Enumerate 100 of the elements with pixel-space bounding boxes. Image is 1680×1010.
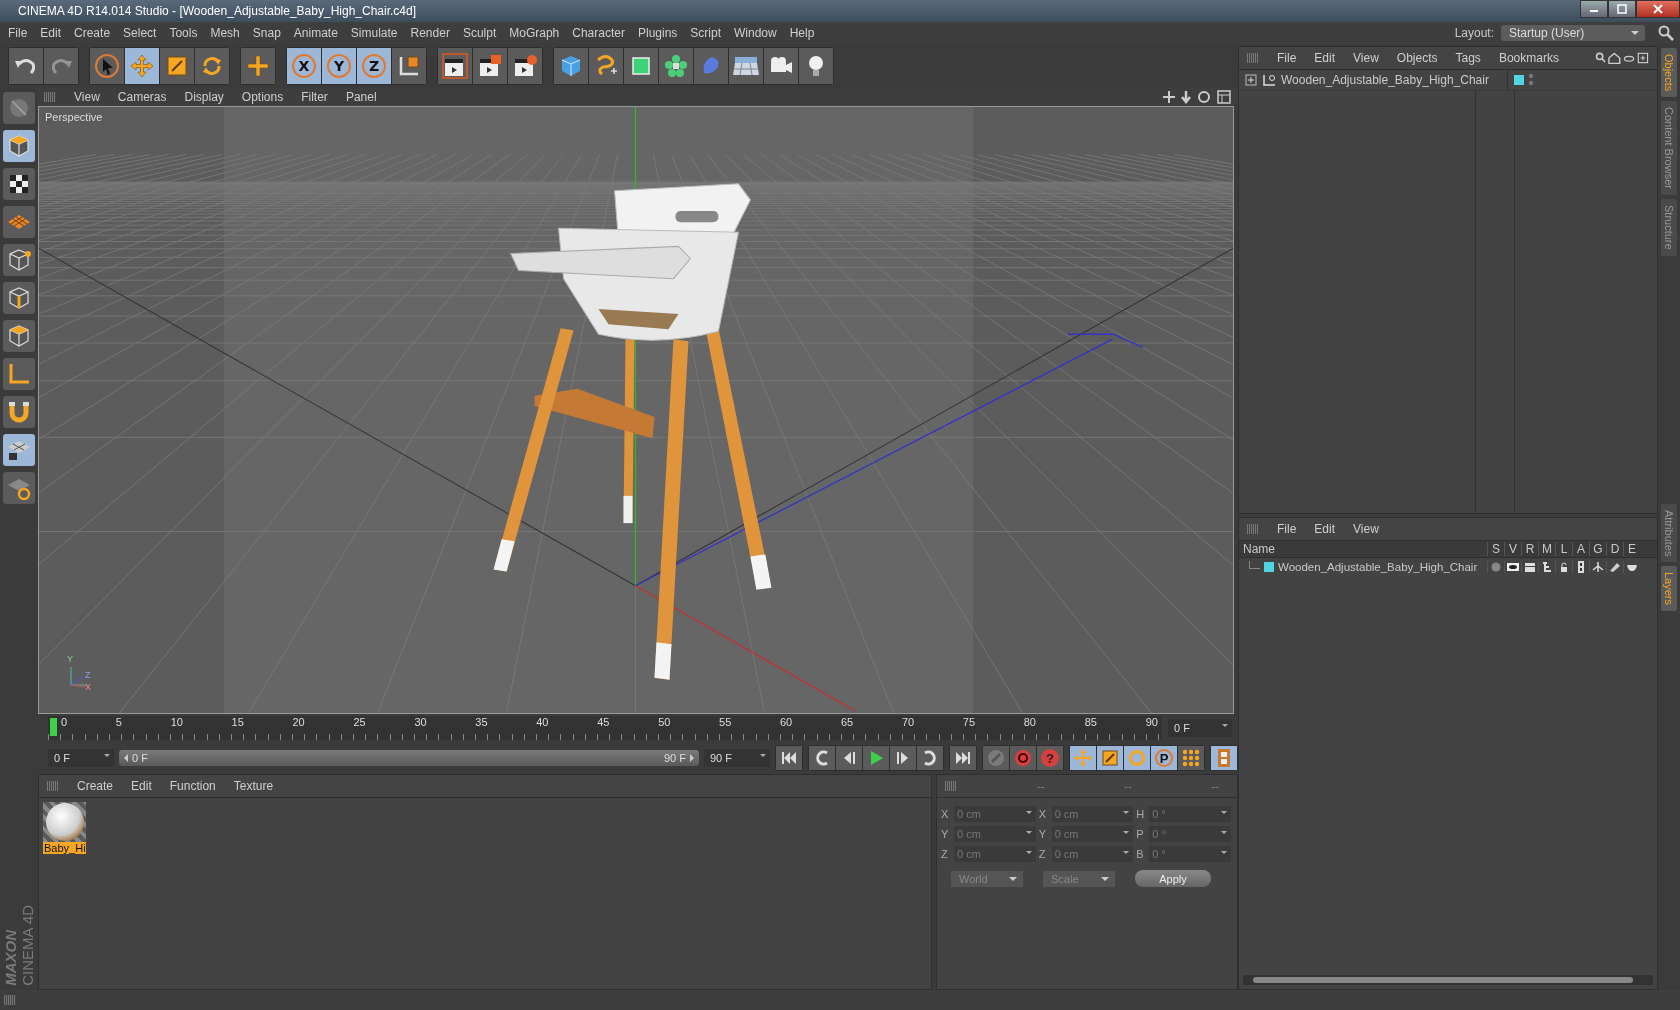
layer-name[interactable]: Wooden_Adjustable_Baby_High_Chair — [1278, 561, 1478, 573]
start-frame-field[interactable]: 0 F — [48, 749, 114, 767]
spline-tool-button[interactable] — [589, 48, 623, 84]
menu-item[interactable]: MoGraph — [509, 26, 560, 40]
viewport-menu-item[interactable]: Panel — [345, 90, 377, 104]
column-header[interactable]: D — [1606, 542, 1623, 556]
magnet-mode-button[interactable] — [3, 396, 35, 428]
menu-item[interactable]: Animate — [293, 26, 338, 40]
column-header[interactable]: A — [1572, 542, 1589, 556]
menu-item[interactable]: File — [8, 26, 28, 40]
object-menu-item[interactable]: Bookmarks — [1498, 51, 1559, 65]
material-name[interactable]: Baby_Hi — [43, 842, 86, 854]
material-menu-item[interactable]: Create — [77, 779, 114, 793]
film-button[interactable] — [1211, 746, 1237, 770]
clapboard-icon[interactable] — [1524, 561, 1536, 573]
next-frame-button[interactable] — [890, 746, 916, 770]
viewport-menu-item[interactable]: Filter — [301, 90, 328, 104]
layer-menu-item[interactable]: View — [1353, 522, 1379, 536]
object-menu-item[interactable]: Objects — [1396, 51, 1438, 65]
menu-item[interactable]: Help — [789, 26, 815, 40]
eye-icon[interactable] — [1507, 561, 1519, 573]
axis-lock-button[interactable]: X — [287, 48, 321, 84]
floor-tool-button[interactable] — [729, 48, 763, 84]
axis-lock-button[interactable]: Z — [357, 48, 391, 84]
menu-item[interactable]: Snap — [252, 26, 281, 40]
viewport-menu-item[interactable]: Cameras — [117, 90, 167, 104]
grid-lock-mode-button[interactable] — [3, 434, 35, 466]
minimize-button[interactable] — [1580, 0, 1608, 18]
material-preview[interactable] — [43, 802, 86, 842]
column-header[interactable]: G — [1589, 542, 1606, 556]
cloner-tool-button[interactable] — [659, 48, 693, 84]
viewport-menu-item[interactable]: Display — [184, 90, 224, 104]
key-help-button[interactable]: ? — [1037, 746, 1063, 770]
param-button[interactable]: P — [1151, 746, 1177, 770]
render-picture-tool-button[interactable] — [473, 48, 507, 84]
rotate-tool-button[interactable] — [195, 48, 229, 84]
prev-key-button[interactable] — [809, 746, 835, 770]
autokey-button[interactable] — [1010, 746, 1036, 770]
scale-button[interactable] — [1097, 746, 1123, 770]
menu-item[interactable]: Plugins — [637, 26, 678, 40]
menu-item[interactable]: Render — [410, 26, 450, 40]
side-tab[interactable]: Layers — [1661, 566, 1677, 612]
material-menu-item[interactable]: Edit — [131, 779, 152, 793]
apply-button[interactable]: Apply — [1135, 870, 1211, 887]
film-strip-icon[interactable] — [1575, 561, 1587, 573]
end-frame-field[interactable]: 90 F — [704, 749, 770, 767]
viewport-menu-item[interactable]: View — [74, 90, 100, 104]
prev-frame-button[interactable] — [836, 746, 862, 770]
object-menu-item[interactable]: Tags — [1455, 51, 1481, 65]
axis-lock-button[interactable]: Y — [322, 48, 356, 84]
current-frame-field[interactable]: 0 F — [1168, 719, 1232, 737]
add-tool-button[interactable] — [241, 48, 275, 84]
layer-menu-item[interactable]: File — [1277, 522, 1297, 536]
node-icon[interactable] — [1592, 561, 1604, 573]
maximize-button[interactable] — [1608, 0, 1636, 18]
column-header[interactable]: Name — [1243, 542, 1487, 556]
edges-mode-button[interactable] — [3, 282, 35, 314]
layer-color-swatch[interactable] — [1264, 562, 1274, 572]
render-settings-tool-button[interactable] — [508, 48, 542, 84]
visibility-dots-icon[interactable] — [1528, 73, 1534, 87]
column-header[interactable]: R — [1521, 542, 1538, 556]
points-mode-button[interactable] — [3, 244, 35, 276]
frame-range-handle[interactable]: 0 F 90 F — [119, 750, 699, 766]
material-menu-item[interactable]: Function — [169, 779, 216, 793]
lock-icon[interactable] — [1558, 561, 1570, 573]
points-button[interactable] — [1178, 746, 1204, 770]
view-navigation-icons[interactable] — [1162, 90, 1232, 104]
viewport-menu-item[interactable]: Options — [241, 90, 284, 104]
play-button[interactable] — [863, 746, 889, 770]
layer-menu-item[interactable]: Edit — [1314, 522, 1336, 536]
cube-tool-button[interactable] — [554, 48, 588, 84]
menu-item[interactable]: Edit — [40, 26, 62, 40]
column-header[interactable]: M — [1538, 542, 1555, 556]
workplane-mode-button[interactable] — [3, 206, 35, 238]
menu-item[interactable]: Simulate — [350, 26, 398, 40]
brush-icon[interactable] — [1609, 561, 1621, 573]
light-tool-button[interactable] — [799, 48, 833, 84]
undo-tool-button[interactable] — [9, 48, 43, 84]
coord-tool-button[interactable] — [392, 48, 426, 84]
to-end-button[interactable] — [950, 746, 976, 770]
column-header[interactable]: S — [1487, 542, 1504, 556]
playhead-marker[interactable] — [50, 718, 57, 736]
object-menu-item[interactable]: File — [1277, 51, 1297, 65]
axis-mode-button[interactable] — [3, 358, 35, 390]
subdivision-tool-button[interactable] — [624, 48, 658, 84]
column-header[interactable]: L — [1555, 542, 1572, 556]
horizontal-scrollbar[interactable] — [1243, 975, 1653, 985]
select-tool-button[interactable] — [90, 48, 124, 84]
tree-toggle-icon[interactable] — [1245, 74, 1257, 86]
layout-dropdown[interactable]: Startup (User) — [1501, 25, 1645, 41]
hierarchy-icon[interactable] — [1541, 561, 1553, 573]
next-key-button[interactable] — [917, 746, 943, 770]
polygons-mode-button[interactable] — [3, 320, 35, 352]
model-mode-button[interactable] — [3, 130, 35, 162]
object-name[interactable]: Wooden_Adjustable_Baby_High_Chair — [1281, 73, 1503, 87]
search-icon[interactable] — [1658, 25, 1674, 41]
column-header[interactable]: V — [1504, 542, 1521, 556]
menu-item[interactable]: Tools — [169, 26, 198, 40]
snap-mode-button[interactable] — [3, 472, 35, 504]
object-menu-item[interactable]: Edit — [1314, 51, 1336, 65]
